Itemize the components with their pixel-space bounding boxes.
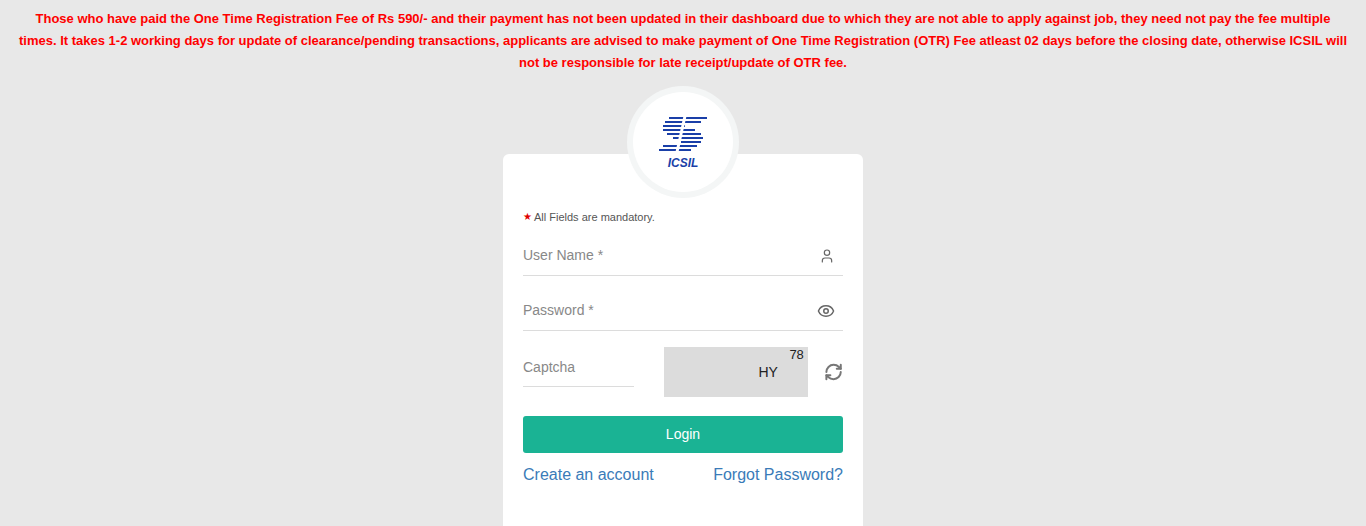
notice-text: Those who have paid the One Time Registr…: [0, 0, 1366, 74]
input-field[interactable]: User Name *: [523, 236, 843, 276]
logo-text: ICSIL: [668, 156, 699, 170]
captcha-image: 78HY: [664, 347, 808, 397]
fields: User Name * Password *: [523, 236, 843, 331]
login-button[interactable]: Login: [523, 416, 843, 453]
required-marker: ★: [523, 210, 532, 224]
login-page: Those who have paid the One Time Registr…: [0, 0, 1366, 526]
captcha-input[interactable]: Captcha: [523, 349, 634, 387]
required-note: ★All Fields are mandatory.: [523, 210, 843, 224]
captcha-row: Captcha 78HY: [523, 347, 843, 397]
user-icon: [819, 248, 835, 264]
link[interactable]: Create an account: [523, 463, 654, 487]
link[interactable]: Forgot Password?: [713, 463, 843, 487]
eye-icon[interactable]: [817, 302, 835, 320]
refresh-captcha-icon[interactable]: [824, 362, 843, 382]
logo-icon: [655, 114, 711, 154]
login-card: ★All Fields are mandatory. User Name * Pas…: [503, 154, 863, 526]
input-field[interactable]: Password *: [523, 291, 843, 331]
login-area: ICSIL ★All Fields are mandatory. User Name…: [503, 86, 863, 526]
logo-ring: ICSIL: [627, 86, 739, 198]
links-row: Create an account Forgot Password?: [523, 463, 843, 487]
logo: ICSIL: [633, 92, 733, 192]
